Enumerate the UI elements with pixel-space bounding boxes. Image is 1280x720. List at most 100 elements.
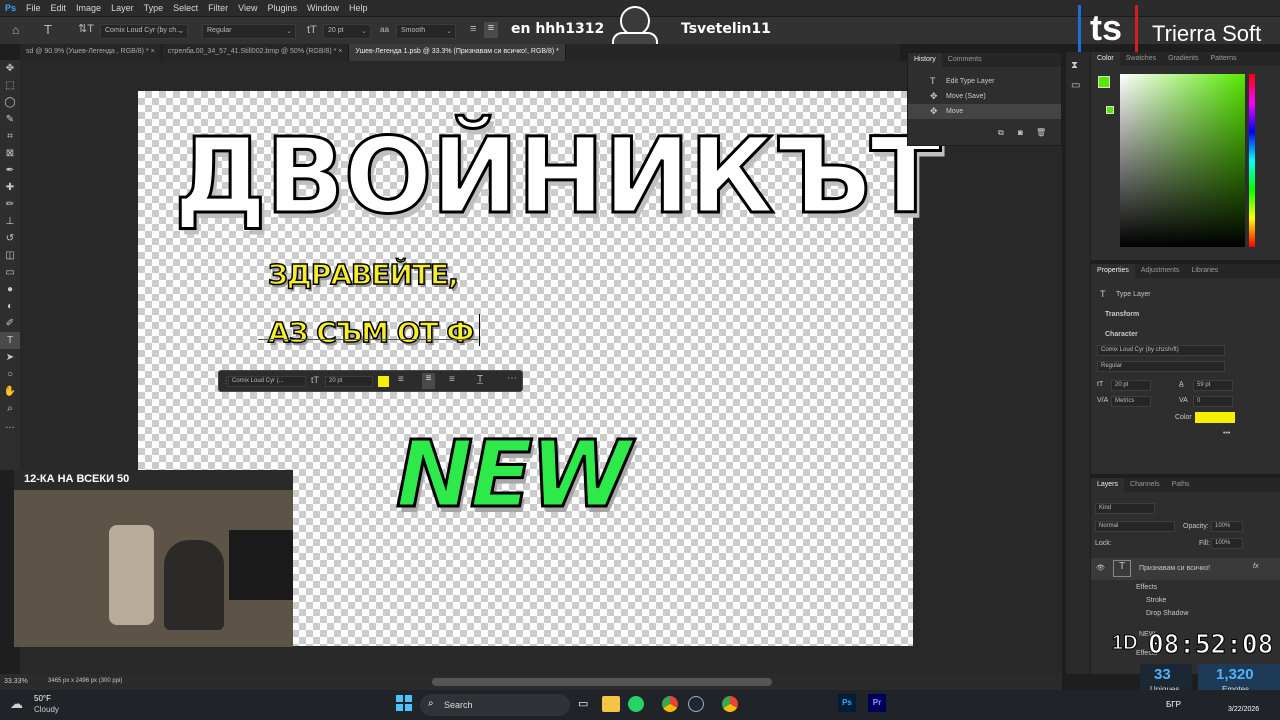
more-icon[interactable]: •••: [1223, 430, 1230, 437]
zoom-level[interactable]: 33.33%: [4, 678, 28, 685]
quick-select-tool-icon[interactable]: ✎: [0, 111, 20, 128]
menu-file[interactable]: File: [21, 3, 46, 13]
type-tool-icon[interactable]: T: [44, 22, 52, 37]
ctx-font-select[interactable]: Comix Loud Cyr (...: [228, 376, 306, 387]
text-line-1[interactable]: ЗДРАВЕЙТЕ,: [267, 257, 459, 292]
zoom-tool-icon[interactable]: ⌕: [0, 400, 20, 417]
hand-tool-icon[interactable]: ✋: [0, 383, 20, 400]
align-center-icon[interactable]: ≡: [422, 373, 435, 389]
frame-tool-icon[interactable]: ⊠: [0, 145, 20, 162]
camera-icon[interactable]: ◙: [1018, 128, 1023, 137]
tab-channels[interactable]: Channels: [1124, 478, 1166, 492]
align-right-icon[interactable]: ≡: [449, 374, 455, 385]
tab-patterns[interactable]: Patterns: [1204, 52, 1242, 66]
photoshop-icon[interactable]: Ps: [838, 694, 856, 712]
move-tool-icon[interactable]: ✥: [0, 60, 20, 77]
eyedropper-tool-icon[interactable]: ✒: [0, 162, 20, 179]
color-picker-field[interactable]: [1120, 74, 1245, 247]
foreground-swatch[interactable]: [1098, 76, 1110, 88]
path-select-icon[interactable]: ➤: [0, 349, 20, 366]
drop-shadow-row[interactable]: Drop Shadow: [1146, 610, 1188, 617]
shape-tool-icon[interactable]: ○: [0, 366, 20, 383]
menu-edit[interactable]: Edit: [46, 3, 72, 13]
doc-tab-2[interactable]: стрелба.00_34_57_41.Still002.bmp @ 50% (…: [162, 44, 350, 61]
history-panel-icon[interactable]: ⧗: [1071, 60, 1078, 71]
align-left-icon[interactable]: ≡: [398, 374, 404, 385]
brush-tool-icon[interactable]: ✏: [0, 196, 20, 213]
tab-adjustments[interactable]: Adjustments: [1135, 264, 1186, 278]
fx-icon[interactable]: fx: [1253, 563, 1258, 570]
snapshot-icon[interactable]: ⧉: [998, 128, 1004, 138]
premiere-icon[interactable]: Pr: [868, 694, 886, 712]
prop-leading-field[interactable]: 59 pt: [1193, 380, 1233, 391]
text-color-swatch[interactable]: [1195, 412, 1235, 423]
layer-name[interactable]: Признавам си всичко!: [1139, 565, 1210, 572]
tab-gradients[interactable]: Gradients: [1162, 52, 1204, 66]
font-style-select[interactable]: Regular ⌄: [202, 24, 296, 39]
comments-panel-icon[interactable]: ▭: [1071, 80, 1080, 91]
horizontal-scrollbar[interactable]: [432, 678, 772, 686]
stroke-row[interactable]: Stroke: [1146, 597, 1166, 604]
tab-libraries[interactable]: Libraries: [1185, 264, 1224, 278]
menu-view[interactable]: View: [233, 3, 262, 13]
tab-swatches[interactable]: Swatches: [1120, 52, 1162, 66]
menu-type[interactable]: Type: [139, 3, 169, 13]
history-item[interactable]: T Edit Type Layer: [908, 74, 1061, 89]
chrome-icon[interactable]: [662, 696, 678, 712]
transform-section[interactable]: Transform: [1105, 311, 1139, 318]
chrome-icon[interactable]: [722, 696, 738, 712]
orientation-icon[interactable]: ⇅T: [78, 22, 94, 35]
healing-tool-icon[interactable]: ✚: [0, 179, 20, 196]
crop-tool-icon[interactable]: ⌗: [0, 128, 20, 145]
type-tool-icon[interactable]: T: [0, 332, 20, 349]
tab-layers[interactable]: Layers: [1091, 478, 1125, 492]
tab-properties[interactable]: Properties: [1091, 264, 1135, 278]
fill-field[interactable]: 100%: [1211, 538, 1243, 549]
file-explorer-icon[interactable]: [602, 696, 620, 712]
blur-tool-icon[interactable]: ●: [0, 281, 20, 298]
eye-icon[interactable]: 👁: [1096, 564, 1105, 572]
close-icon[interactable]: ×: [338, 48, 342, 55]
font-family-select[interactable]: Comix Loud Cyr (by ch... ⌄: [100, 24, 188, 39]
menu-filter[interactable]: Filter: [203, 3, 233, 13]
tab-history[interactable]: History: [908, 53, 942, 67]
lasso-tool-icon[interactable]: ◯: [0, 94, 20, 111]
close-icon[interactable]: ×: [151, 48, 155, 55]
align-left-icon[interactable]: ≡: [470, 23, 476, 35]
menu-select[interactable]: Select: [168, 3, 203, 13]
blend-mode-select[interactable]: Normal: [1095, 521, 1175, 532]
menu-image[interactable]: Image: [71, 3, 106, 13]
menu-help[interactable]: Help: [344, 3, 373, 13]
trash-icon[interactable]: 🗑: [1036, 128, 1046, 137]
more-tools-icon[interactable]: …: [0, 417, 20, 434]
align-center-icon[interactable]: ≡: [484, 22, 498, 38]
tab-paths[interactable]: Paths: [1166, 478, 1196, 492]
doc-tab-1[interactable]: sd @ 90.9% (Ушев-Легенда , RGB/8) * ×: [20, 44, 162, 61]
hue-slider[interactable]: [1249, 74, 1255, 247]
more-options-icon[interactable]: ⋯: [507, 373, 517, 384]
steam-icon[interactable]: [688, 696, 704, 712]
dodge-tool-icon[interactable]: ◐: [0, 298, 20, 315]
layer-row[interactable]: 👁 T Признавам си всичко! fx: [1091, 558, 1280, 580]
stamp-tool-icon[interactable]: ⊥: [0, 213, 20, 230]
taskbar-date[interactable]: 3/22/2026: [1228, 706, 1259, 713]
whatsapp-icon[interactable]: [628, 696, 644, 712]
text-line-2[interactable]: АЗ СЪМ ОТ Ф: [267, 315, 475, 350]
weather-icon[interactable]: ☁: [10, 696, 23, 712]
history-item[interactable]: ✥ Move (Save): [908, 89, 1061, 104]
layer-filter-select[interactable]: Kind: [1095, 503, 1155, 514]
ctx-color-swatch[interactable]: [378, 376, 389, 387]
doc-info[interactable]: 3465 px x 2496 px (300 ppi): [48, 678, 122, 684]
ps-logo[interactable]: Ps: [0, 3, 21, 13]
prop-font-select[interactable]: Comix Loud Cyr (by chzshrft): [1097, 345, 1225, 356]
history-item[interactable]: ✥ Move: [908, 104, 1061, 119]
pen-tool-icon[interactable]: ✐: [0, 315, 20, 332]
menu-plugins[interactable]: Plugins: [262, 3, 302, 13]
doc-tab-3[interactable]: Ушев-Легенда 1.psb @ 33.3% (Признавам си…: [349, 44, 566, 61]
task-view-icon[interactable]: ▭: [578, 697, 588, 710]
history-brush-icon[interactable]: ↺: [0, 230, 20, 247]
title-text[interactable]: ДВОЙНИКЪТ: [172, 114, 942, 239]
antialias-select[interactable]: Smooth ⌄: [396, 24, 456, 39]
tab-comments[interactable]: Comments: [942, 53, 988, 67]
windows-start-icon[interactable]: [396, 695, 412, 711]
